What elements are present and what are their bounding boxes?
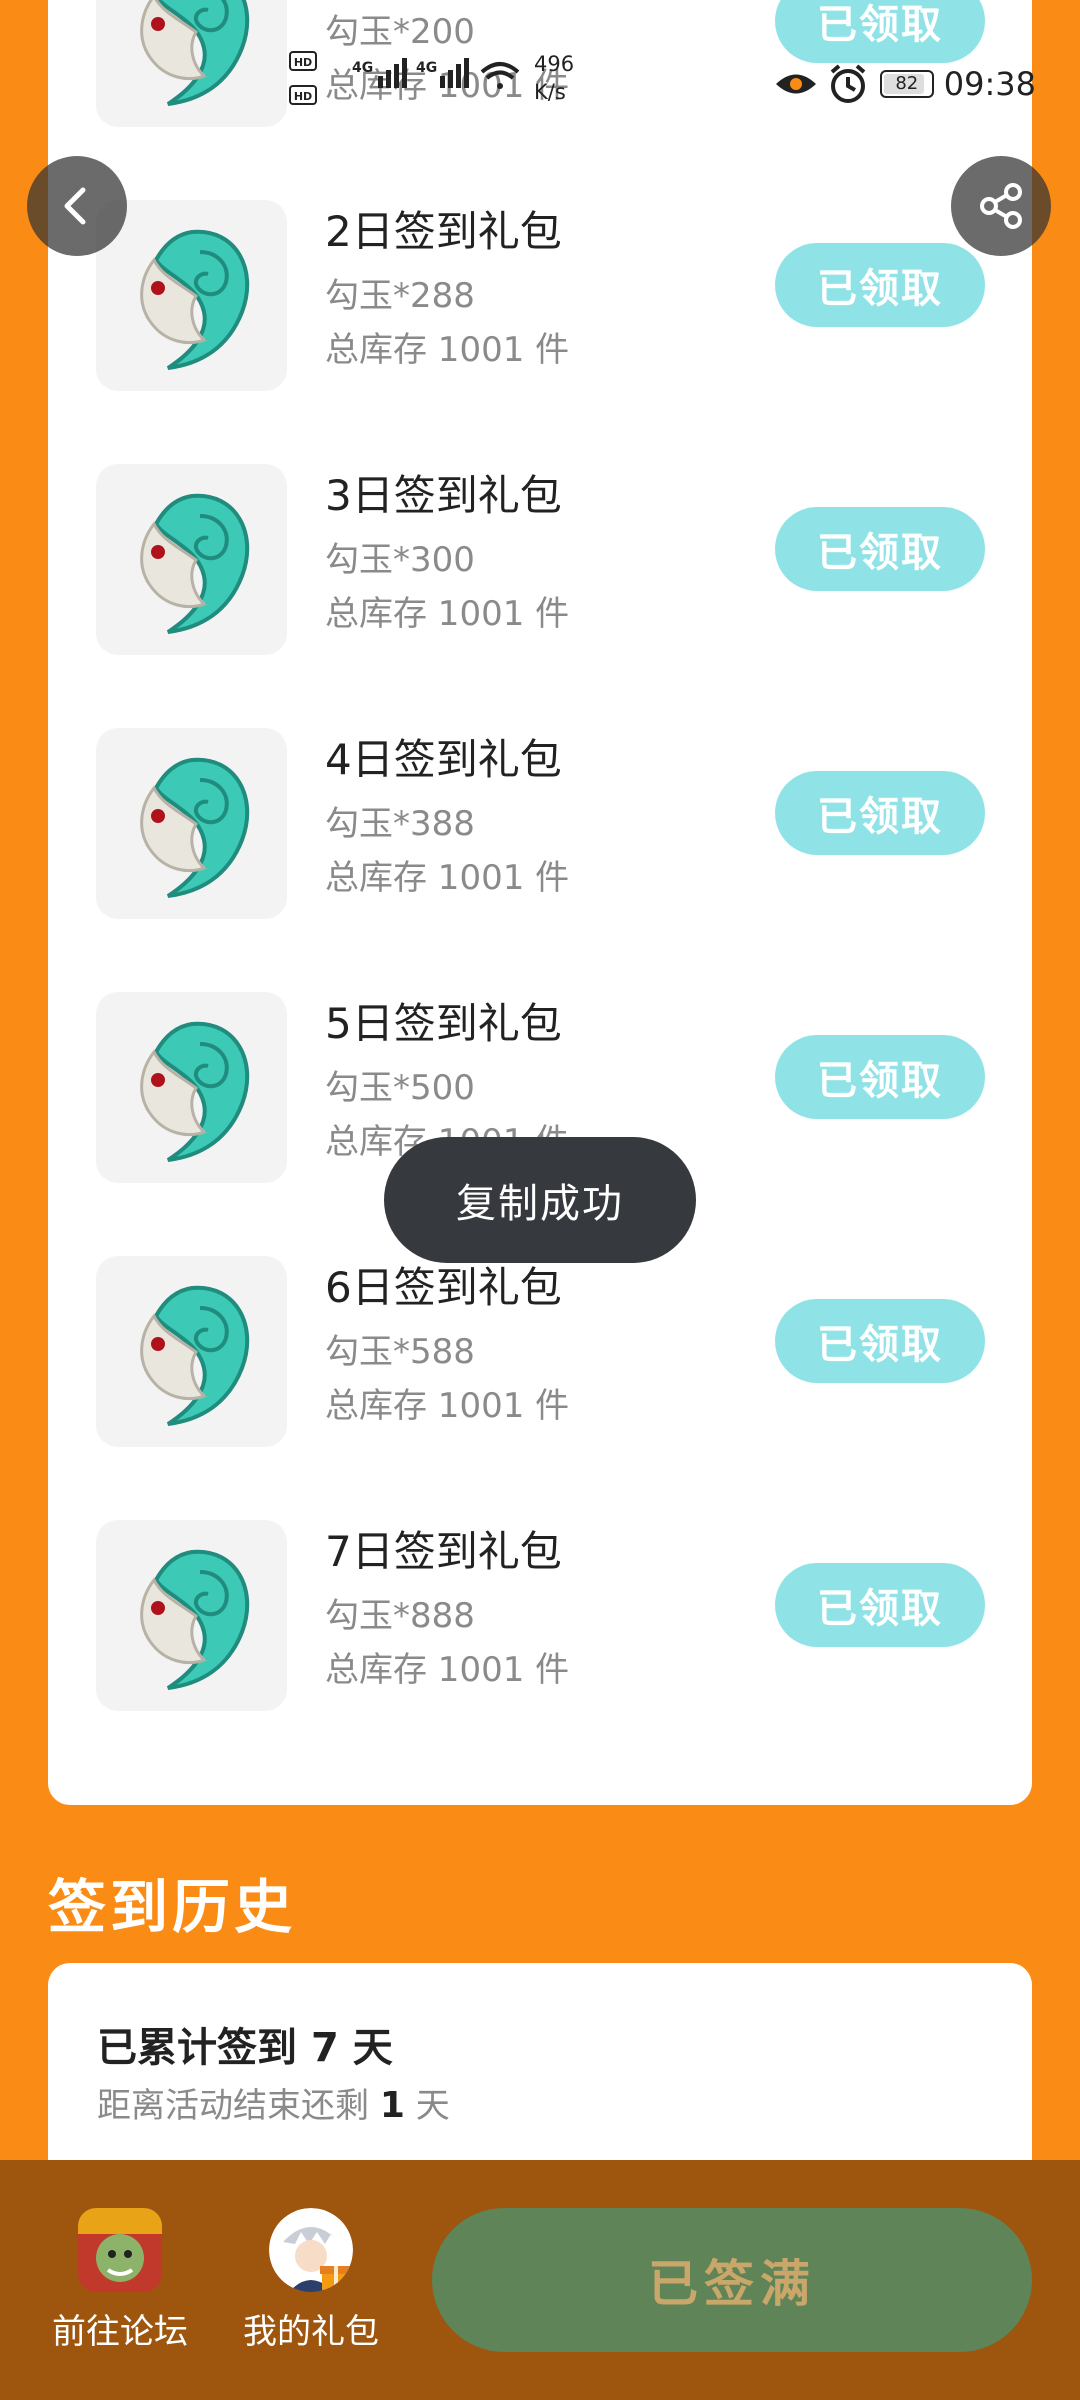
gift-row: 4日签到礼包勾玉*388 总库存 1001 件 已领取 xyxy=(48,716,1032,980)
claimed-button[interactable]: 已领取 xyxy=(775,1035,985,1119)
magatama-icon xyxy=(96,464,287,655)
claimed-button[interactable]: 已领取 xyxy=(775,771,985,855)
gift-stock: 总库存 1001 件 xyxy=(325,330,570,370)
status-bar-signal: HD HD 4G 4G xyxy=(288,48,528,118)
svg-text:HD: HD xyxy=(294,56,312,69)
bottom-bar: 前往论坛 我的礼包 已签满 xyxy=(0,2160,1080,2400)
gift-row: 2日签到礼包勾玉*288 总库存 1001 件 已领取 xyxy=(48,188,1032,452)
svg-text:4G: 4G xyxy=(416,60,437,76)
signed-full-button[interactable]: 已签满 xyxy=(432,2208,1032,2352)
back-button[interactable] xyxy=(27,156,127,256)
gift-row: 6日签到礼包勾玉*588 总库存 1001 件 已领取 xyxy=(48,1244,1032,1508)
gift-row: 7日签到礼包勾玉*888 总库存 1001 件 已领取 xyxy=(48,1508,1032,1772)
forum-game-icon xyxy=(78,2208,162,2292)
alarm-icon xyxy=(830,64,866,103)
status-bar-right: 82 09:38 xyxy=(774,54,1036,114)
share-button[interactable] xyxy=(951,156,1051,256)
magatama-icon xyxy=(96,0,287,127)
svg-text:HD: HD xyxy=(294,90,312,103)
battery-icon: 82 xyxy=(879,70,934,98)
signal-icon: 4G 4G xyxy=(352,58,469,88)
gift-title: 2日签到礼包 xyxy=(325,207,562,256)
forum-nav-button[interactable]: 前往论坛 xyxy=(20,2208,220,2353)
claimed-button[interactable]: 已领取 xyxy=(775,1299,985,1383)
gift-title: 5日签到礼包 xyxy=(325,999,562,1048)
wifi-icon xyxy=(480,62,520,89)
gift-quantity: 勾玉*500 xyxy=(325,1068,475,1108)
network-speed: 496 K/s xyxy=(534,52,575,104)
gift-row: 3日签到礼包勾玉*300 总库存 1001 件 已领取 xyxy=(48,452,1032,716)
magatama-icon xyxy=(96,1256,287,1447)
my-gifts-nav-button[interactable]: 我的礼包 xyxy=(211,2208,411,2353)
magatama-icon xyxy=(96,200,287,391)
avatar xyxy=(269,2208,353,2292)
clock: 09:38 xyxy=(943,65,1036,103)
svg-text:4G: 4G xyxy=(352,60,373,76)
claimed-button[interactable]: 已领取 xyxy=(775,243,985,327)
gift-title: 7日签到礼包 xyxy=(325,1527,562,1576)
gift-stock: 总库存 1001 件 xyxy=(325,594,570,634)
gift-quantity: 勾玉*388 xyxy=(325,804,475,844)
eye-icon xyxy=(775,74,816,94)
share-icon xyxy=(980,183,1022,229)
gift-title: 3日签到礼包 xyxy=(325,471,562,520)
toast-copy-success: 复制成功 xyxy=(384,1137,696,1263)
gift-quantity: 勾玉*200 xyxy=(325,12,475,52)
total-signin-text: 已累计签到 7 天 xyxy=(97,2025,393,2071)
battery-level: 82 xyxy=(895,73,919,94)
magatama-icon xyxy=(96,992,287,1183)
chevron-left-icon xyxy=(64,187,86,225)
gift-stock: 总库存 1001 件 xyxy=(325,1650,570,1690)
gift-icon xyxy=(320,2266,352,2290)
gift-title: 6日签到礼包 xyxy=(325,1263,562,1312)
history-section-title: 签到历史 xyxy=(48,1873,297,1941)
magatama-icon xyxy=(96,1520,287,1711)
gift-quantity: 勾玉*588 xyxy=(325,1332,475,1372)
gift-title: 4日签到礼包 xyxy=(325,735,562,784)
claimed-button[interactable]: 已领取 xyxy=(775,1563,985,1647)
gift-list-card: 1日签到礼包勾玉*200总库存 1001 件已领取2日签到礼包勾玉*288总库存… xyxy=(48,0,1032,1805)
gift-stock: 总库存 1001 件 xyxy=(325,1386,570,1426)
gift-quantity: 勾玉*300 xyxy=(325,540,475,580)
gift-quantity: 勾玉*888 xyxy=(325,1596,475,1636)
hd-badge-icon: HD HD xyxy=(289,51,317,105)
gift-stock: 总库存 1001 件 xyxy=(325,858,570,898)
gift-quantity: 勾玉*288 xyxy=(325,276,475,316)
my-gifts-nav-label: 我的礼包 xyxy=(243,2312,379,2352)
claimed-button[interactable]: 已领取 xyxy=(775,507,985,591)
forum-nav-label: 前往论坛 xyxy=(52,2312,188,2352)
magatama-icon xyxy=(96,728,287,919)
remaining-days-text: 距离活动结束还剩 1 天 xyxy=(97,2085,450,2126)
